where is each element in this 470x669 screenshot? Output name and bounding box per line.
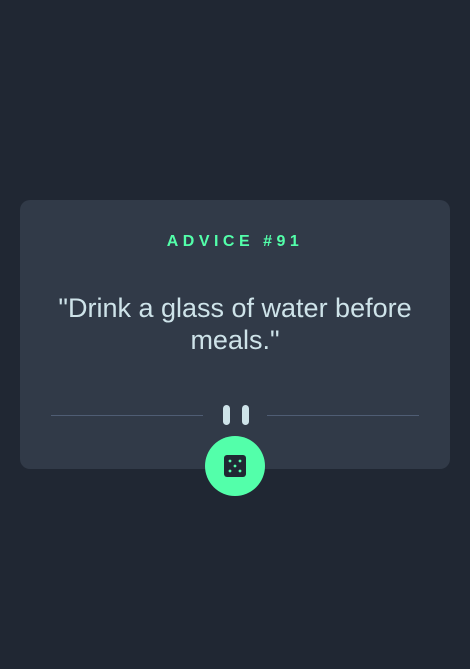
pause-icon xyxy=(223,405,249,425)
pause-bar-right xyxy=(242,405,249,425)
divider-line-right xyxy=(267,415,419,416)
pause-bar-left xyxy=(223,405,230,425)
new-advice-button[interactable] xyxy=(205,436,265,496)
advice-quote: "Drink a glass of water before meals." xyxy=(58,293,412,355)
divider-line-left xyxy=(51,415,203,416)
dice-icon xyxy=(224,455,246,477)
divider xyxy=(51,405,419,425)
advice-title: ADVICE #91 xyxy=(166,233,304,250)
advice-card: ADVICE #91 "Drink a glass of water befor… xyxy=(20,200,450,469)
